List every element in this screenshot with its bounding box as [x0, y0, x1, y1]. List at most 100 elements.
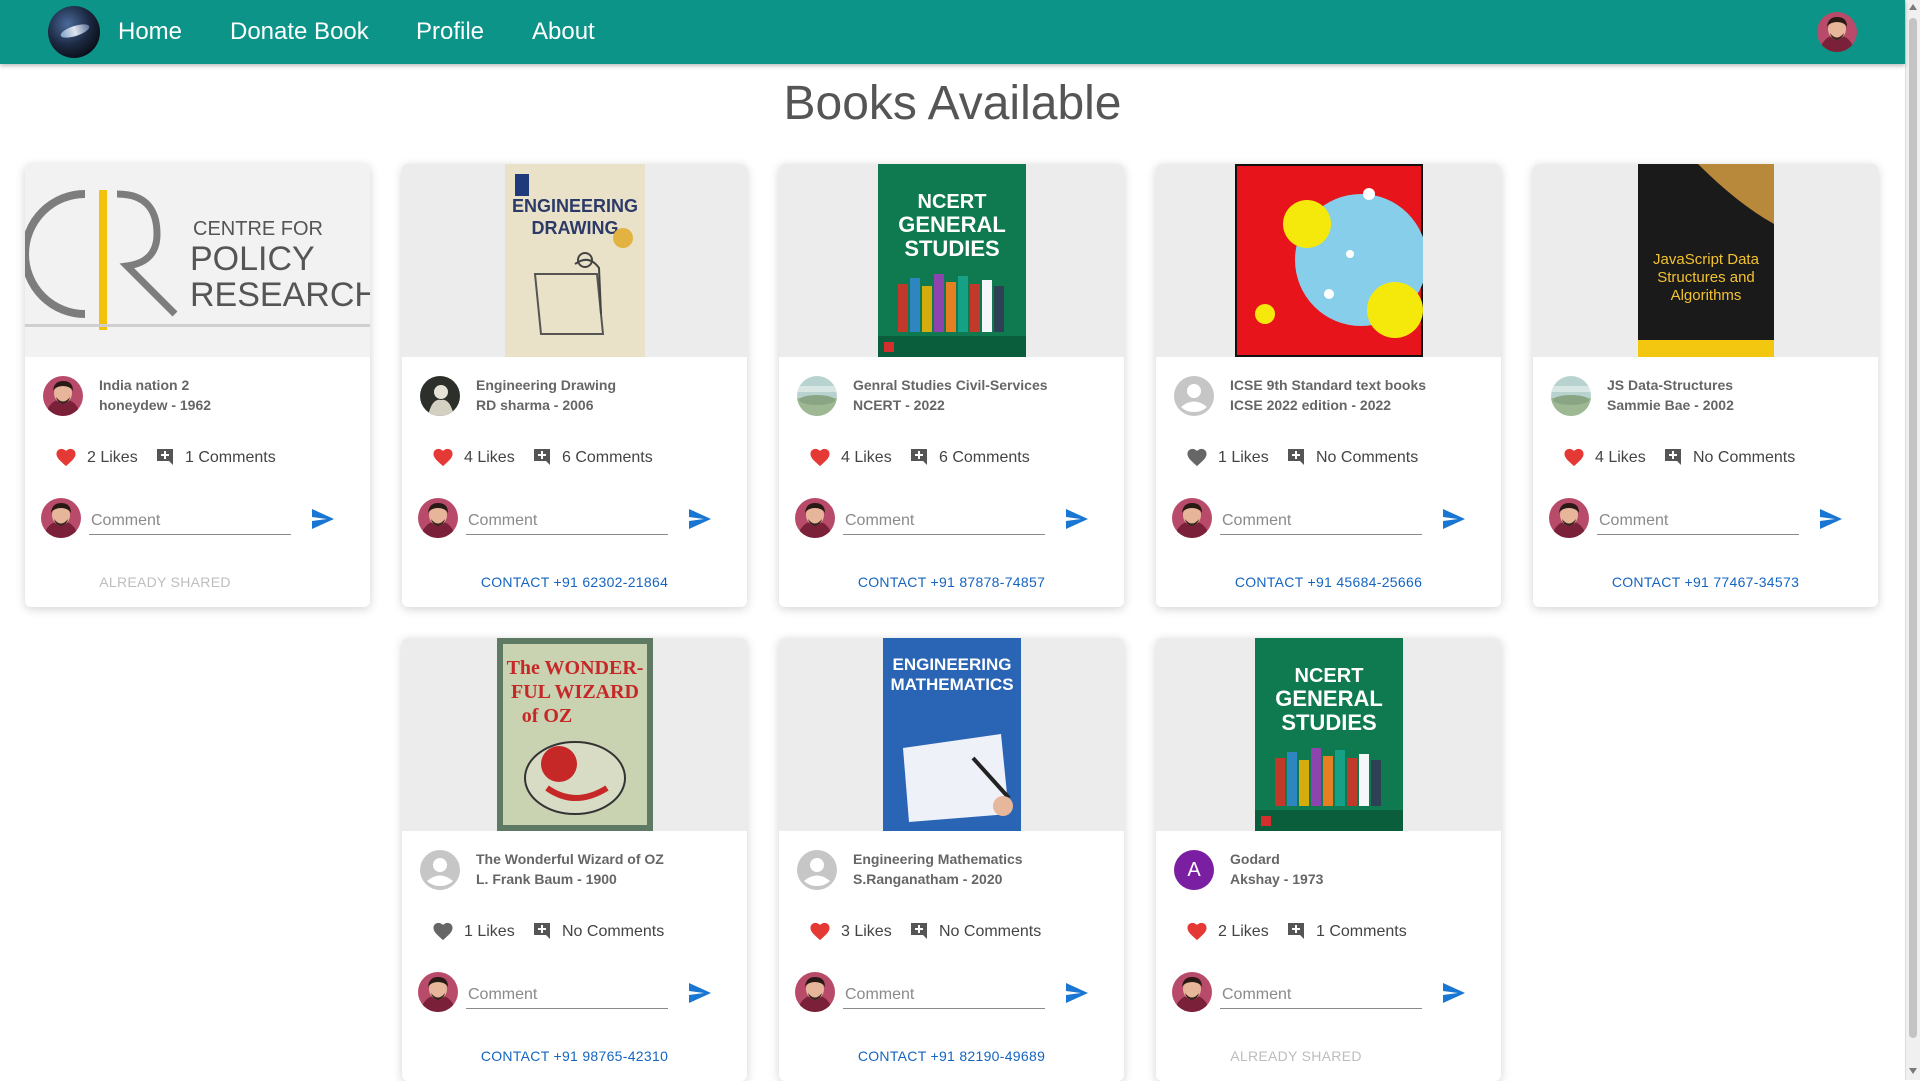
contact-link[interactable]: CONTACT +91 77467-34573	[1533, 574, 1878, 590]
book-card: ENGINEERING DRAWING Engineering Drawing …	[402, 164, 747, 607]
heart-icon[interactable]	[432, 921, 454, 941]
heart-icon[interactable]	[1186, 447, 1208, 467]
comments-count[interactable]: 6 Comments	[562, 449, 653, 467]
nav-about-link[interactable]: About	[532, 18, 595, 46]
comment-input[interactable]	[466, 508, 668, 535]
cpr-logo-image: CENTRE FOR POLICY RESEARCH	[25, 164, 370, 357]
contact-link[interactable]: CONTACT +91 82190-49689	[779, 1048, 1124, 1064]
heart-icon[interactable]	[1186, 921, 1208, 941]
add-comment-icon[interactable]	[1286, 921, 1306, 941]
owner-avatar[interactable]	[1551, 376, 1591, 416]
cover-line1: ENGINEERING	[892, 655, 1011, 674]
add-comment-icon[interactable]	[1286, 447, 1306, 467]
comment-input[interactable]	[843, 982, 1045, 1009]
book-title: The Wonderful Wizard of OZ	[476, 851, 664, 867]
cover-line2: GENERAL	[898, 212, 1006, 237]
send-icon[interactable]	[1065, 982, 1089, 1004]
send-icon[interactable]	[1442, 982, 1466, 1004]
book-cover-image: JavaScript Data Structures and Algorithm…	[1533, 164, 1878, 357]
owner-avatar[interactable]	[43, 376, 83, 416]
book-card: CENTRE FOR POLICY RESEARCH India nation …	[25, 164, 370, 607]
likes-count: 2 Likes	[87, 449, 138, 466]
owner-initial-avatar[interactable]: A	[1174, 850, 1214, 890]
comments-count[interactable]: No Comments	[1316, 449, 1418, 467]
send-icon[interactable]	[1442, 508, 1466, 530]
default-person-avatar[interactable]	[797, 850, 837, 890]
send-icon[interactable]	[1819, 508, 1843, 530]
book-cover-image	[1156, 164, 1501, 357]
send-icon[interactable]	[688, 508, 712, 530]
cover-line1: The WONDER-	[506, 657, 643, 679]
heart-icon[interactable]	[432, 447, 454, 467]
comment-input[interactable]	[1220, 508, 1422, 535]
current-user-avatar	[1172, 498, 1212, 538]
cover-line3: STUDIES	[1281, 710, 1376, 735]
add-comment-icon[interactable]	[532, 447, 552, 467]
contact-link[interactable]: CONTACT +91 87878-74857	[779, 574, 1124, 590]
add-comment-icon[interactable]	[909, 447, 929, 467]
add-comment-icon[interactable]	[532, 921, 552, 941]
default-person-avatar[interactable]	[1174, 376, 1214, 416]
page-scrollbar[interactable]	[1905, 0, 1920, 1080]
cover-line3: Algorithms	[1670, 287, 1741, 304]
top-nav-bar: Home Donate Book Profile About	[0, 0, 1905, 64]
send-icon[interactable]	[311, 508, 335, 530]
contact-link[interactable]: CONTACT +91 45684-25666	[1156, 574, 1501, 590]
add-comment-icon[interactable]	[155, 447, 175, 467]
book-card: NCERT GENERAL STUDIES Genral Studies Civ…	[779, 164, 1124, 607]
owner-avatar[interactable]	[420, 376, 460, 416]
nav-donate-book-link[interactable]: Donate Book	[230, 18, 369, 46]
nav-profile-link[interactable]: Profile	[416, 18, 484, 46]
scroll-down-arrow-icon[interactable]	[1909, 1068, 1917, 1074]
heart-icon[interactable]	[809, 447, 831, 467]
already-shared-label: ALREADY SHARED	[99, 574, 231, 590]
nav-home-link[interactable]: Home	[118, 18, 182, 46]
heart-icon[interactable]	[55, 447, 77, 467]
scrollbar-thumb[interactable]	[1909, 18, 1917, 1038]
current-user-avatar	[418, 498, 458, 538]
comments-count[interactable]: No Comments	[562, 923, 664, 941]
comments-count[interactable]: No Comments	[939, 923, 1041, 941]
default-person-avatar[interactable]	[420, 850, 460, 890]
book-title: Godard	[1230, 851, 1280, 867]
cover-line2: MATHEMATICS	[890, 675, 1013, 694]
book-title: Engineering Mathematics	[853, 851, 1023, 867]
current-user-avatar	[418, 972, 458, 1012]
comment-input[interactable]	[1220, 982, 1422, 1009]
book-card: NCERT GENERAL STUDIES A Godard Akshay - …	[1156, 638, 1501, 1081]
book-title: ICSE 9th Standard text books	[1230, 377, 1427, 393]
owner-initial: A	[1187, 858, 1201, 881]
add-comment-icon[interactable]	[909, 921, 929, 941]
contact-link[interactable]: CONTACT +91 98765-42310	[402, 1048, 747, 1064]
page-title: Books Available	[783, 77, 1122, 130]
book-author-year: Akshay - 1973	[1230, 871, 1324, 887]
book-cover-image: NCERT GENERAL STUDIES	[1156, 638, 1501, 831]
comment-input[interactable]	[843, 508, 1045, 535]
comments-count[interactable]: 6 Comments	[939, 449, 1030, 467]
heart-icon[interactable]	[809, 921, 831, 941]
comment-input[interactable]	[1597, 508, 1799, 535]
contact-link[interactable]: CONTACT +91 62302-21864	[402, 574, 747, 590]
send-icon[interactable]	[1065, 508, 1089, 530]
book-card: ICSE 9th Standard text books ICSE 2022 e…	[1156, 164, 1501, 607]
book-cover-image: The WONDER- FUL WIZARD of OZ	[402, 638, 747, 831]
scroll-up-arrow-icon[interactable]	[1909, 4, 1917, 10]
book-author-year: ICSE 2022 edition - 2022	[1230, 397, 1392, 413]
comments-count[interactable]: 1 Comments	[1316, 923, 1407, 941]
comment-input[interactable]	[466, 982, 668, 1009]
likes-count: 3 Likes	[841, 923, 892, 940]
add-comment-icon[interactable]	[1663, 447, 1683, 467]
book-author-year: RD sharma - 2006	[476, 397, 594, 413]
book-title: Genral Studies Civil-Services	[853, 377, 1048, 393]
cover-line3: of OZ	[521, 705, 572, 727]
user-avatar[interactable]	[1817, 12, 1857, 52]
owner-avatar[interactable]	[797, 376, 837, 416]
send-icon[interactable]	[688, 982, 712, 1004]
comments-count[interactable]: 1 Comments	[185, 449, 276, 467]
comments-count[interactable]: No Comments	[1693, 449, 1795, 467]
current-user-avatar	[41, 498, 81, 538]
cover-line1: CENTRE FOR	[193, 218, 323, 240]
comment-input[interactable]	[89, 508, 291, 535]
heart-icon[interactable]	[1563, 447, 1585, 467]
app-logo[interactable]	[48, 6, 100, 58]
